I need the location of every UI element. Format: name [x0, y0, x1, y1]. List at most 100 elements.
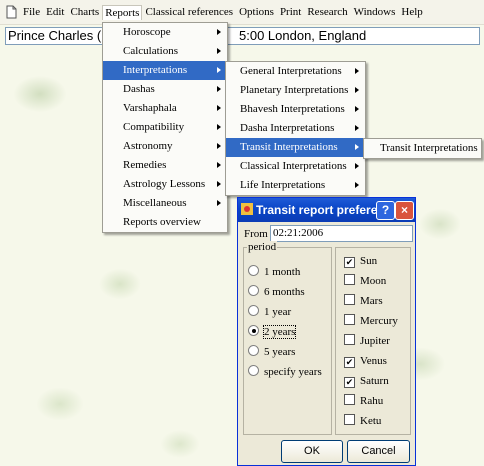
submenu-arrow-icon: [217, 162, 221, 168]
menu-print[interactable]: Print: [277, 4, 304, 20]
planet-label: Rahu: [360, 395, 384, 407]
cancel-button[interactable]: Cancel: [347, 440, 410, 463]
dialog-title: Transit report prefere...: [256, 203, 388, 217]
reports-varshaphala[interactable]: Varshaphala: [103, 99, 227, 118]
planet-label: Jupiter: [360, 335, 390, 347]
period-radio-6-months[interactable]: 6 months: [248, 285, 305, 299]
submenu-arrow-icon: [217, 48, 221, 54]
planet-checkbox-venus[interactable]: ✔ Venus: [344, 354, 387, 368]
transit-interpretations-item[interactable]: Transit Interpretations: [364, 139, 481, 158]
transit-submenu: Transit Interpretations: [363, 138, 482, 159]
interpretations-menu: General Interpretations Planetary Interp…: [225, 61, 366, 196]
period-radio-5-years[interactable]: 5 years: [248, 345, 295, 359]
planet-checkbox-saturn[interactable]: ✔ Saturn: [344, 374, 389, 388]
submenu-arrow-icon: [217, 200, 221, 206]
menu-edit[interactable]: Edit: [43, 4, 67, 20]
reports-interpretations[interactable]: Interpretations: [103, 61, 227, 80]
chart-title-left: Prince Charles (N: [8, 28, 111, 43]
planet-checkbox-jupiter[interactable]: Jupiter: [344, 334, 390, 348]
planet-checkbox-mars[interactable]: Mars: [344, 294, 383, 308]
checkbox-icon: [344, 314, 355, 325]
checkbox-icon: [344, 414, 355, 425]
menu-charts[interactable]: Charts: [67, 4, 102, 20]
document-icon[interactable]: [4, 5, 18, 19]
checkbox-icon: [344, 274, 355, 285]
menu-file[interactable]: File: [20, 4, 43, 20]
submenu-arrow-icon: [355, 182, 359, 188]
period-radio-1-year[interactable]: 1 year: [248, 305, 291, 319]
close-button[interactable]: ×: [395, 201, 414, 220]
planet-checkbox-sun[interactable]: ✔ Sun: [344, 254, 377, 268]
planet-checkbox-mercury[interactable]: Mercury: [344, 314, 398, 328]
reports-miscellaneous[interactable]: Miscellaneous: [103, 194, 227, 213]
submenu-arrow-icon: [217, 105, 221, 111]
from-date-input[interactable]: 02:21:2006: [270, 225, 413, 242]
interp-planetary[interactable]: Planetary Interpretations: [226, 81, 365, 100]
reports-astronomy[interactable]: Astronomy: [103, 137, 227, 156]
radio-icon: [248, 265, 259, 276]
checkbox-checked-icon: ✔: [344, 377, 355, 388]
submenu-arrow-icon: [355, 144, 359, 150]
submenu-arrow-icon: [355, 125, 359, 131]
planet-label: Sun: [360, 255, 378, 267]
submenu-arrow-icon: [355, 163, 359, 169]
transit-report-dialog: Transit report prefere... ? × From 02:21…: [237, 197, 416, 466]
radio-icon: [248, 345, 259, 356]
interp-life[interactable]: Life Interpretations: [226, 176, 365, 195]
period-label: period: [247, 241, 278, 253]
period-radio-2-years[interactable]: 2 years: [248, 325, 297, 339]
submenu-arrow-icon: [217, 67, 221, 73]
submenu-arrow-icon: [217, 86, 221, 92]
reports-dashas[interactable]: Dashas: [103, 80, 227, 99]
period-radio-specify-years[interactable]: specify years: [248, 365, 322, 379]
planet-label: Venus: [360, 355, 387, 367]
radio-selected-icon: [248, 325, 259, 336]
planet-label: Moon: [360, 275, 387, 287]
interp-general[interactable]: General Interpretations: [226, 62, 365, 81]
checkbox-checked-icon: ✔: [344, 357, 355, 368]
planet-label: Mars: [360, 295, 383, 307]
dialog-titlebar[interactable]: Transit report prefere... ? ×: [238, 198, 415, 222]
interp-classical[interactable]: Classical Interpretations: [226, 157, 365, 176]
menu-help[interactable]: Help: [398, 4, 425, 20]
menu-options[interactable]: Options: [236, 4, 277, 20]
period-radio-1-month[interactable]: 1 month: [248, 265, 300, 279]
submenu-arrow-icon: [355, 68, 359, 74]
reports-remedies[interactable]: Remedies: [103, 156, 227, 175]
radio-icon: [248, 365, 259, 376]
checkbox-checked-icon: ✔: [344, 257, 355, 268]
menu-research[interactable]: Research: [304, 4, 350, 20]
radio-icon: [248, 305, 259, 316]
chart-title-field: Prince Charles (N 5:00 London, England: [5, 27, 480, 45]
chart-title-right: 5:00 London, England: [239, 28, 367, 43]
planet-label: Mercury: [360, 315, 398, 327]
submenu-arrow-icon: [217, 29, 221, 35]
help-button[interactable]: ?: [376, 201, 395, 220]
checkbox-icon: [344, 294, 355, 305]
submenu-arrow-icon: [217, 181, 221, 187]
submenu-arrow-icon: [355, 87, 359, 93]
ok-button[interactable]: OK: [281, 440, 343, 463]
submenu-arrow-icon: [217, 143, 221, 149]
reports-overview[interactable]: Reports overview: [103, 213, 227, 232]
reports-calculations[interactable]: Calculations: [103, 42, 227, 61]
checkbox-icon: [344, 334, 355, 345]
reports-menu: Horoscope Calculations Interpretations D…: [102, 22, 228, 233]
menu-windows[interactable]: Windows: [351, 4, 399, 20]
interp-bhavesh[interactable]: Bhavesh Interpretations: [226, 100, 365, 119]
reports-compatibility[interactable]: Compatibility: [103, 118, 227, 137]
menu-bar: File Edit Charts Reports Classical refer…: [0, 0, 484, 25]
interp-dasha[interactable]: Dasha Interpretations: [226, 119, 365, 138]
submenu-arrow-icon: [217, 124, 221, 130]
interp-transit[interactable]: Transit Interpretations: [226, 138, 365, 157]
reports-astrology-lessons[interactable]: Astrology Lessons: [103, 175, 227, 194]
planet-checkbox-ketu[interactable]: Ketu: [344, 414, 381, 428]
from-label: From: [244, 228, 268, 240]
planet-checkbox-moon[interactable]: Moon: [344, 274, 386, 288]
planet-checkbox-rahu[interactable]: Rahu: [344, 394, 383, 408]
radio-icon: [248, 285, 259, 296]
menu-classical-references[interactable]: Classical references: [142, 4, 236, 20]
menu-reports[interactable]: Reports: [102, 4, 143, 20]
app-icon: [241, 203, 253, 215]
reports-horoscope[interactable]: Horoscope: [103, 23, 227, 42]
